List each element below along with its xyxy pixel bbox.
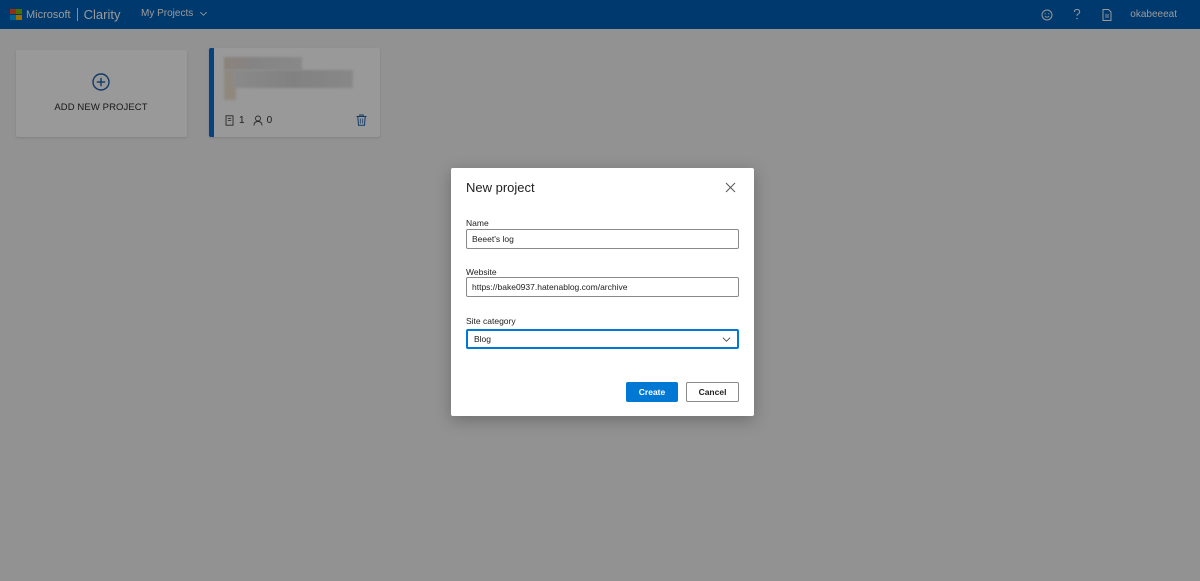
name-label: Name xyxy=(466,218,489,228)
chevron-down-icon xyxy=(722,336,731,342)
new-project-dialog: New project Name Website Site category B… xyxy=(451,168,754,416)
website-label: Website xyxy=(466,267,497,277)
site-category-label: Site category xyxy=(466,316,516,326)
site-category-value: Blog xyxy=(474,334,492,344)
name-input[interactable] xyxy=(466,229,739,249)
site-category-select[interactable]: Blog xyxy=(466,329,739,349)
dialog-title: New project xyxy=(466,180,535,195)
website-input[interactable] xyxy=(466,277,739,297)
create-button[interactable]: Create xyxy=(626,382,678,402)
cancel-button[interactable]: Cancel xyxy=(686,382,739,402)
close-icon[interactable] xyxy=(725,182,736,193)
